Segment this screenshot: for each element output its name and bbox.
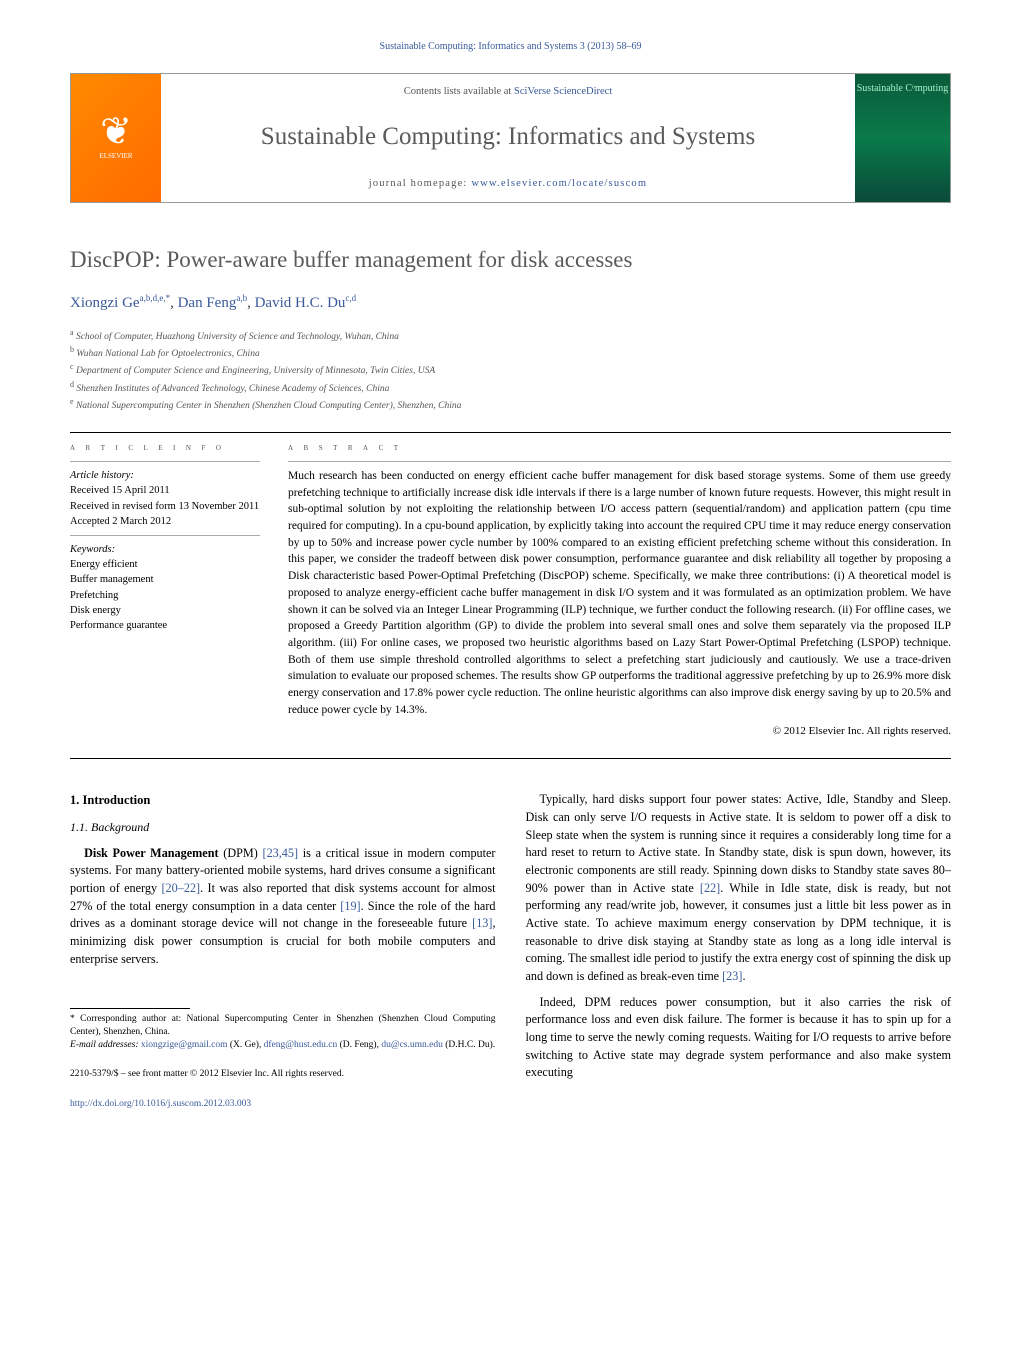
front-matter-line: 2210-5379/$ – see front matter © 2012 El… (70, 1068, 496, 1082)
history-heading: Article history: (70, 468, 260, 483)
article-title: DiscPOP: Power-aware buffer management f… (70, 243, 951, 276)
author-3-affil-sup: c,d (345, 293, 356, 303)
email1-who: (X. Ge), (227, 1040, 263, 1050)
divider-bottom (70, 758, 951, 759)
doi-link[interactable]: http://dx.doi.org/10.1016/j.suscom.2012.… (70, 1099, 251, 1109)
affil-b: Wuhan National Lab for Optoelectronics, … (76, 349, 259, 359)
abstract-column: A B S T R A C T Much research has been c… (288, 441, 951, 741)
affil-a: School of Computer, Huazhong University … (76, 332, 399, 342)
body-columns: 1. Introduction 1.1. Background Disk Pow… (70, 791, 951, 1111)
ref-13[interactable]: [13] (472, 916, 492, 930)
footnote-rule (70, 1008, 190, 1009)
c2p1c: . (742, 969, 745, 983)
divider-top (70, 432, 951, 433)
dpm-bold: Disk Power Management (84, 846, 218, 860)
email2-who: (D. Feng), (337, 1040, 381, 1050)
email-2[interactable]: dfeng@hust.edu.cn (264, 1040, 338, 1050)
ref-20-22[interactable]: [20–22] (161, 881, 200, 895)
author-2-affil-sup: a,b (236, 293, 247, 303)
copyright-line: © 2012 Elsevier Inc. All rights reserved… (288, 724, 951, 740)
article-info-label: A R T I C L E I N F O (70, 441, 260, 456)
c2p1a: Typically, hard disks support four power… (526, 792, 952, 894)
ref-23-45[interactable]: [23,45] (263, 846, 299, 860)
ref-22[interactable]: [22] (700, 881, 720, 895)
running-header: Sustainable Computing: Informatics and S… (70, 40, 951, 55)
journal-cover-thumb: Sustainable Cᵒmputing (855, 74, 950, 202)
authors-line: Xiongzi Gea,b,d,e,*, Dan Fenga,b, David … (70, 292, 951, 315)
email-footnote: E-mail addresses: xiongzige@gmail.com (X… (70, 1039, 496, 1052)
c2p1b: . While in Idle state, disk is ready, bu… (526, 881, 952, 983)
section-1-heading: 1. Introduction (70, 791, 496, 809)
abstract-text: Much research has been conducted on ener… (288, 468, 951, 718)
journal-homepage-link[interactable]: www.elsevier.com/locate/suscom (471, 178, 647, 189)
keyword-3: Prefetching (70, 588, 260, 603)
col2-paragraph-1: Typically, hard disks support four power… (526, 791, 952, 986)
keywords-heading: Keywords: (70, 542, 260, 557)
keyword-5: Performance guarantee (70, 618, 260, 633)
journal-title: Sustainable Computing: Informatics and S… (261, 119, 755, 155)
email3-who: (D.H.C. Du). (443, 1040, 495, 1050)
history-revised: Received in revised form 13 November 201… (70, 499, 260, 514)
author-2[interactable]: Dan Feng (178, 295, 237, 311)
author-3[interactable]: David H.C. Du (255, 295, 346, 311)
divider-info-2 (70, 535, 260, 536)
doi-line: http://dx.doi.org/10.1016/j.suscom.2012.… (70, 1098, 496, 1112)
affil-c: Department of Computer Science and Engin… (76, 367, 435, 377)
elsevier-label: ELSEVIER (99, 151, 132, 161)
email-label: E-mail addresses: (70, 1040, 141, 1050)
ref-23[interactable]: [23] (722, 969, 742, 983)
author-1[interactable]: Xiongzi Ge (70, 295, 140, 311)
homepage-prefix: journal homepage: (369, 178, 472, 189)
sciencedirect-link[interactable]: SciVerse ScienceDirect (514, 86, 612, 97)
author-1-affil-sup: a,b,d,e,* (140, 293, 171, 303)
contents-available-line: Contents lists available at SciVerse Sci… (404, 84, 612, 99)
divider-info-1 (70, 461, 260, 462)
keyword-2: Buffer management (70, 572, 260, 587)
corresponding-author-footnote: * Corresponding author at: National Supe… (70, 1013, 496, 1039)
elsevier-tree-icon: ❦ (100, 113, 132, 151)
header-center: Contents lists available at SciVerse Sci… (161, 74, 855, 202)
article-info-column: A R T I C L E I N F O Article history: R… (70, 441, 260, 741)
email-1[interactable]: xiongzige@gmail.com (141, 1040, 228, 1050)
keyword-4: Disk energy (70, 603, 260, 618)
divider-abstract (288, 461, 951, 462)
elsevier-logo: ❦ ELSEVIER (71, 74, 161, 202)
journal-homepage-line: journal homepage: www.elsevier.com/locat… (369, 176, 648, 191)
keyword-1: Energy efficient (70, 557, 260, 572)
info-abstract-row: A R T I C L E I N F O Article history: R… (70, 441, 951, 741)
journal-header-box: ❦ ELSEVIER Contents lists available at S… (70, 73, 951, 203)
contents-prefix: Contents lists available at (404, 86, 514, 97)
cover-label: Sustainable Cᵒmputing (857, 82, 949, 97)
email-3[interactable]: du@cs.umn.edu (381, 1040, 443, 1050)
p1-rest: (DPM) (219, 846, 263, 860)
affiliations: a School of Computer, Huazhong Universit… (70, 327, 951, 414)
history-received: Received 15 April 2011 (70, 483, 260, 498)
col2-paragraph-2: Indeed, DPM reduces power consumption, b… (526, 994, 952, 1082)
history-accepted: Accepted 2 March 2012 (70, 514, 260, 529)
body-column-left: 1. Introduction 1.1. Background Disk Pow… (70, 791, 496, 1111)
body-column-right: Typically, hard disks support four power… (526, 791, 952, 1111)
abstract-label: A B S T R A C T (288, 441, 951, 456)
ref-19[interactable]: [19] (340, 899, 360, 913)
affil-d: Shenzhen Institutes of Advanced Technolo… (76, 384, 389, 394)
intro-paragraph-1: Disk Power Management (DPM) [23,45] is a… (70, 845, 496, 969)
affil-e: National Supercomputing Center in Shenzh… (76, 401, 461, 411)
section-1-1-heading: 1.1. Background (70, 819, 496, 836)
